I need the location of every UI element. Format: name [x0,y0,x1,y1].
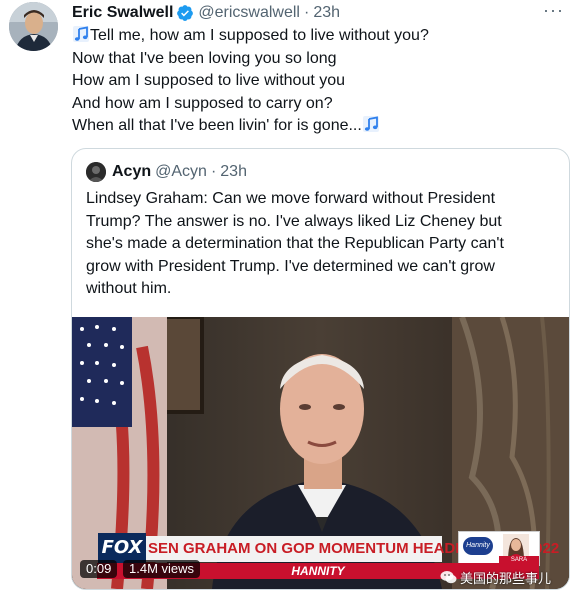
ad-panel: Hannity SARA CARTER [458,531,540,572]
quoted-author-avatar [86,162,106,182]
author-avatar[interactable] [9,2,58,51]
tweet-line-5: When all that I've been livin' for is go… [72,117,362,135]
tweet-line-3: How am I supposed to live without you [72,72,346,90]
quoted-line-5: without him. [86,280,172,298]
quoted-line-2: Trump? The answer is no. I've always lik… [86,212,502,230]
quoted-author-name: Acyn [112,163,152,180]
author-handle[interactable]: @ericswalwell [198,4,300,22]
video-player[interactable]: SEN GRAHAM ON GOP MOMENTUM HEADING INTO … [72,317,569,589]
tweet-timestamp[interactable]: 23h [313,4,340,22]
quoted-line-4: grow with President Trump. I've determin… [86,257,495,275]
separator-dot: · [303,4,310,21]
quoted-tweet[interactable]: Acyn @Acyn · 23h Lindsey Graham: Can we … [71,148,570,590]
tweet-header: Eric Swalwell @ericswalwell · 23h ··· [72,0,568,24]
separator-dot: · [210,163,217,180]
quoted-tweet-timestamp: 23h [220,163,247,180]
quoted-author-handle: @Acyn [155,163,207,180]
video-elapsed-time: 0:09 [80,560,118,578]
quoted-avatar-image [86,162,106,182]
tweet-line-4: And how am I supposed to carry on? [72,94,333,112]
wechat-icon [440,571,457,584]
quoted-tweet-text: Lindsey Graham: Can we move forward with… [86,188,556,301]
network-logo: FOX [98,533,146,563]
author-avatar-image [9,2,58,51]
tweet-text: Tell me, how am I supposed to live witho… [72,25,552,138]
more-options-button[interactable]: ··· [543,0,564,21]
tweet-text-line: Tell me, how am I supposed to live witho… [72,25,552,48]
quoted-tweet-header: Acyn @Acyn · 23h [86,162,247,182]
ad-person-image [503,534,529,558]
quoted-line-3: she's made a determination that the Repu… [86,235,504,253]
tweet-text-line: When all that I've been livin' for is go… [72,115,552,138]
author-name[interactable]: Eric Swalwell [72,4,173,22]
watermark-text: 美国的那些事儿 [460,571,552,587]
news-chyron: SEN GRAHAM ON GOP MOMENTUM HEADING INTO … [102,536,559,562]
quoted-line-1: Lindsey Graham: Can we move forward with… [86,190,496,207]
music-note-icon [362,116,379,133]
tweet-line-2: Now that I've been loving you so long [72,49,337,67]
tweet-line-1: Tell me, how am I supposed to live witho… [90,27,429,44]
watermark: 美国的那些事儿 [440,566,551,588]
verified-badge-icon [177,5,194,21]
music-note-icon [73,26,89,42]
ad-show-logo: Hannity [463,537,493,555]
video-view-count: 1.4M views [123,560,201,578]
